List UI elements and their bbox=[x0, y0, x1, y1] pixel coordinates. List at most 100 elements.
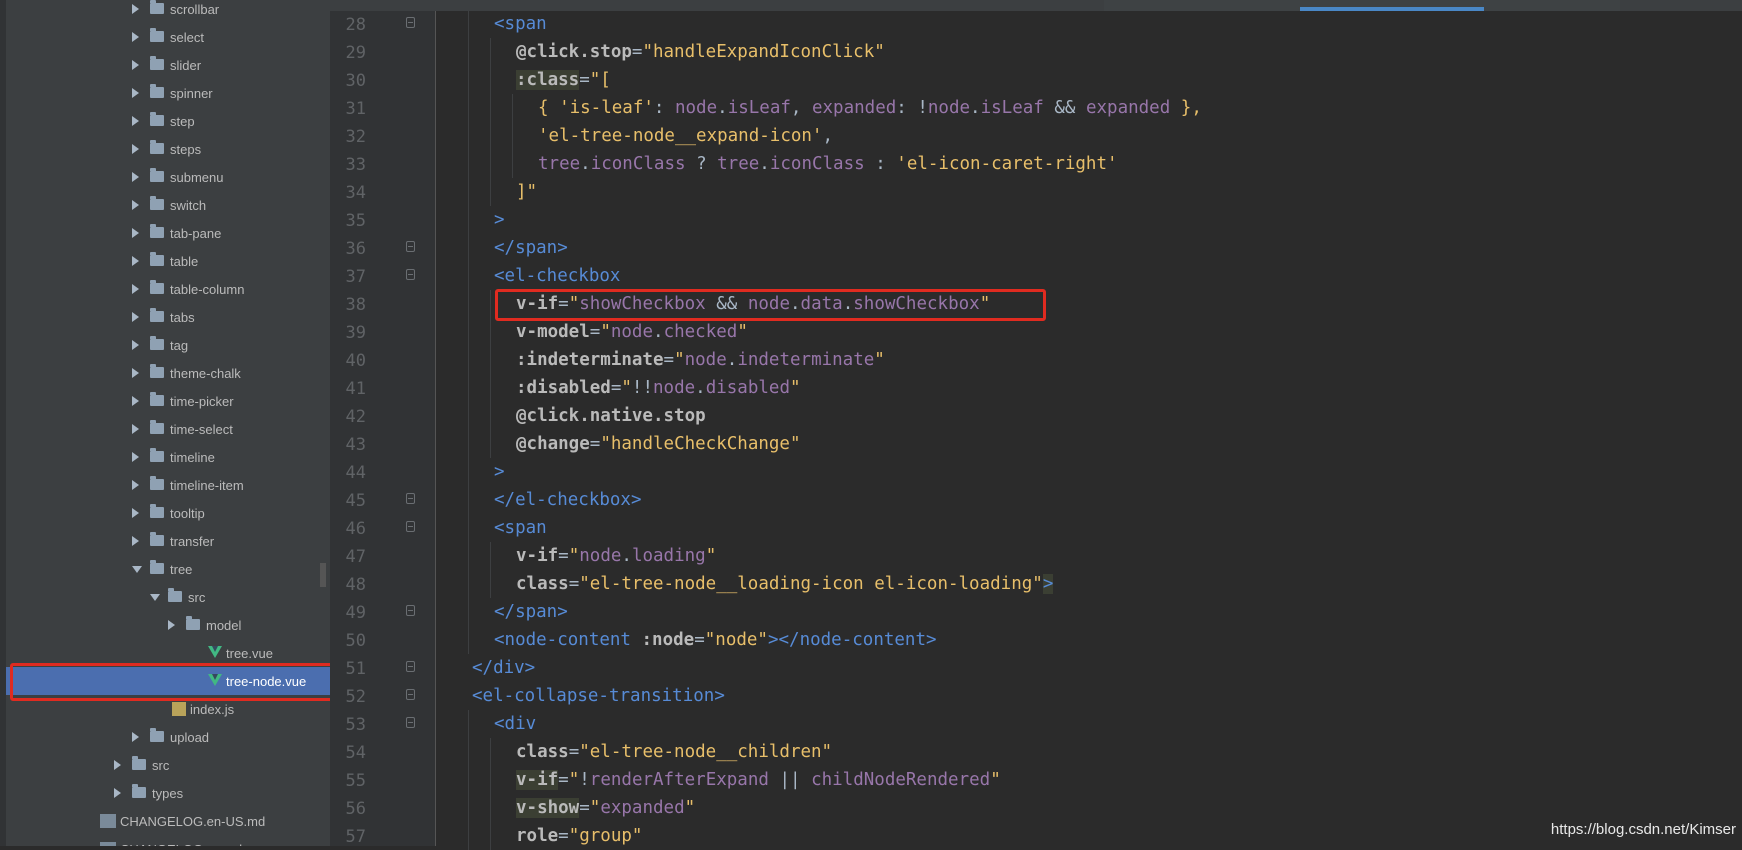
chevron-right-icon[interactable] bbox=[132, 396, 139, 406]
tree-item[interactable]: model bbox=[6, 611, 330, 639]
chevron-right-icon[interactable] bbox=[132, 452, 139, 462]
code-token: . bbox=[653, 322, 664, 342]
code-line[interactable]: 54 class="el-tree-node__children" bbox=[330, 738, 1742, 766]
fold-marker-icon[interactable] bbox=[406, 493, 415, 504]
code-line[interactable]: 53 <div bbox=[330, 710, 1742, 738]
code-line[interactable]: 29 @click.stop="handleExpandIconClick" bbox=[330, 38, 1742, 66]
tree-item[interactable]: CHANGELOG.es.md bbox=[6, 835, 330, 846]
code-line[interactable]: 43 @change="handleCheckChange" bbox=[330, 430, 1742, 458]
code-line[interactable]: 50 <node-content :node="node"></node-cont… bbox=[330, 626, 1742, 654]
code-line[interactable]: 56 v-show="expanded" bbox=[330, 794, 1742, 822]
tree-item[interactable]: scrollbar bbox=[6, 0, 330, 23]
code-editor[interactable]: 28 <span 29 @click.stop="handleExpandIconCl… bbox=[330, 0, 1742, 850]
tree-item[interactable]: tag bbox=[6, 331, 330, 359]
fold-marker-icon[interactable] bbox=[406, 689, 415, 700]
chevron-right-icon[interactable] bbox=[132, 116, 139, 126]
chevron-right-icon[interactable] bbox=[132, 508, 139, 518]
tree-item[interactable]: submenu bbox=[6, 163, 330, 191]
chevron-right-icon[interactable] bbox=[132, 284, 139, 294]
chevron-right-icon[interactable] bbox=[132, 340, 139, 350]
code-line[interactable]: 34]" bbox=[330, 178, 1742, 206]
chevron-right-icon[interactable] bbox=[132, 480, 139, 490]
tree-item[interactable]: select bbox=[6, 23, 330, 51]
tree-item[interactable]: upload bbox=[6, 723, 330, 751]
chevron-right-icon[interactable] bbox=[132, 200, 139, 210]
code-line[interactable]: 32 'el-tree-node__expand-icon', bbox=[330, 122, 1742, 150]
tree-item[interactable]: switch bbox=[6, 191, 330, 219]
chevron-right-icon[interactable] bbox=[132, 88, 139, 98]
chevron-down-icon[interactable] bbox=[150, 594, 160, 601]
chevron-right-icon[interactable] bbox=[132, 536, 139, 546]
chevron-right-icon[interactable] bbox=[114, 788, 121, 798]
code-token: isLeaf bbox=[727, 98, 791, 118]
code-line[interactable]: 35 > bbox=[330, 206, 1742, 234]
code-line[interactable]: 47 v-if="node.loading" bbox=[330, 542, 1742, 570]
chevron-right-icon[interactable] bbox=[132, 368, 139, 378]
tree-item[interactable]: tooltip bbox=[6, 499, 330, 527]
tree-item[interactable]: tabs bbox=[6, 303, 330, 331]
fold-marker-icon[interactable] bbox=[406, 717, 415, 728]
code-token: = bbox=[589, 322, 601, 342]
tree-item[interactable]: tree bbox=[6, 555, 330, 583]
chevron-right-icon[interactable] bbox=[132, 256, 139, 266]
fold-marker-icon[interactable] bbox=[406, 605, 415, 616]
fold-marker-icon[interactable] bbox=[406, 269, 415, 280]
tree-item[interactable]: types bbox=[6, 779, 330, 807]
chevron-right-icon[interactable] bbox=[132, 172, 139, 182]
tree-item[interactable]: steps bbox=[6, 135, 330, 163]
fold-marker-icon[interactable] bbox=[406, 521, 415, 532]
chevron-right-icon[interactable] bbox=[132, 4, 139, 14]
tree-item[interactable]: timeline-item bbox=[6, 471, 330, 499]
chevron-down-icon[interactable] bbox=[132, 566, 142, 573]
code-line[interactable]: 28 <span bbox=[330, 10, 1742, 38]
code-line[interactable]: 31{ 'is-leaf': node.isLeaf, expanded: !n… bbox=[330, 94, 1742, 122]
code-line[interactable]: 36 </span> bbox=[330, 234, 1742, 262]
tree-item[interactable]: timeline bbox=[6, 443, 330, 471]
code-line[interactable]: 51 </div> bbox=[330, 654, 1742, 682]
fold-marker-icon[interactable] bbox=[406, 241, 415, 252]
folder-icon bbox=[150, 728, 164, 742]
chevron-right-icon[interactable] bbox=[132, 228, 139, 238]
chevron-right-icon[interactable] bbox=[132, 312, 139, 322]
chevron-right-icon[interactable] bbox=[132, 60, 139, 70]
tree-item[interactable]: table bbox=[6, 247, 330, 275]
tree-item[interactable]: src bbox=[6, 583, 330, 611]
tree-item[interactable]: theme-chalk bbox=[6, 359, 330, 387]
code-line[interactable]: 40:indeterminate="node.indeterminate" bbox=[330, 346, 1742, 374]
code-line[interactable]: 49 </span> bbox=[330, 598, 1742, 626]
tree-item[interactable]: CHANGELOG.en-US.md bbox=[6, 807, 330, 835]
chevron-right-icon[interactable] bbox=[114, 760, 121, 770]
tree-item[interactable]: slider bbox=[6, 51, 330, 79]
tree-item[interactable]: spinner bbox=[6, 79, 330, 107]
chevron-right-icon[interactable] bbox=[132, 424, 139, 434]
tree-item[interactable]: time-picker bbox=[6, 387, 330, 415]
sidebar-resize-handle[interactable] bbox=[320, 563, 326, 587]
tree-item[interactable]: transfer bbox=[6, 527, 330, 555]
code-line[interactable]: 39 v-model="node.checked" bbox=[330, 318, 1742, 346]
code-line[interactable]: 46 <span bbox=[330, 514, 1742, 542]
code-line[interactable]: 55 v-if="!renderAfterExpand || childNodeR… bbox=[330, 766, 1742, 794]
chevron-right-icon[interactable] bbox=[132, 144, 139, 154]
tree-item[interactable]: src bbox=[6, 751, 330, 779]
code-line[interactable]: 37 <el-checkbox bbox=[330, 262, 1742, 290]
fold-marker-icon[interactable] bbox=[406, 17, 415, 28]
chevron-right-icon[interactable] bbox=[132, 32, 139, 42]
code-line[interactable]: 44 > bbox=[330, 458, 1742, 486]
chevron-right-icon[interactable] bbox=[168, 620, 175, 630]
code-line[interactable]: 33 tree.iconClass ? tree.iconClass : 'el-… bbox=[330, 150, 1742, 178]
fold-marker-icon[interactable] bbox=[406, 661, 415, 672]
code-line[interactable]: 48 class="el-tree-node__loading-icon el-i… bbox=[330, 570, 1742, 598]
code-line[interactable]: 41:disabled="!!node.disabled" bbox=[330, 374, 1742, 402]
indent-guide bbox=[490, 794, 491, 822]
tree-item[interactable]: table-column bbox=[6, 275, 330, 303]
folder-icon bbox=[168, 588, 182, 602]
tree-item[interactable]: time-select bbox=[6, 415, 330, 443]
chevron-right-icon[interactable] bbox=[132, 732, 139, 742]
code-line[interactable]: 42 @click.native.stop bbox=[330, 402, 1742, 430]
tree-item[interactable]: step bbox=[6, 107, 330, 135]
code-line[interactable]: 45 </el-checkbox> bbox=[330, 486, 1742, 514]
code-line[interactable]: 30:class="[ bbox=[330, 66, 1742, 94]
code-line[interactable]: 52 <el-collapse-transition> bbox=[330, 682, 1742, 710]
code-token: v-show bbox=[516, 798, 580, 818]
tree-item[interactable]: tab-pane bbox=[6, 219, 330, 247]
